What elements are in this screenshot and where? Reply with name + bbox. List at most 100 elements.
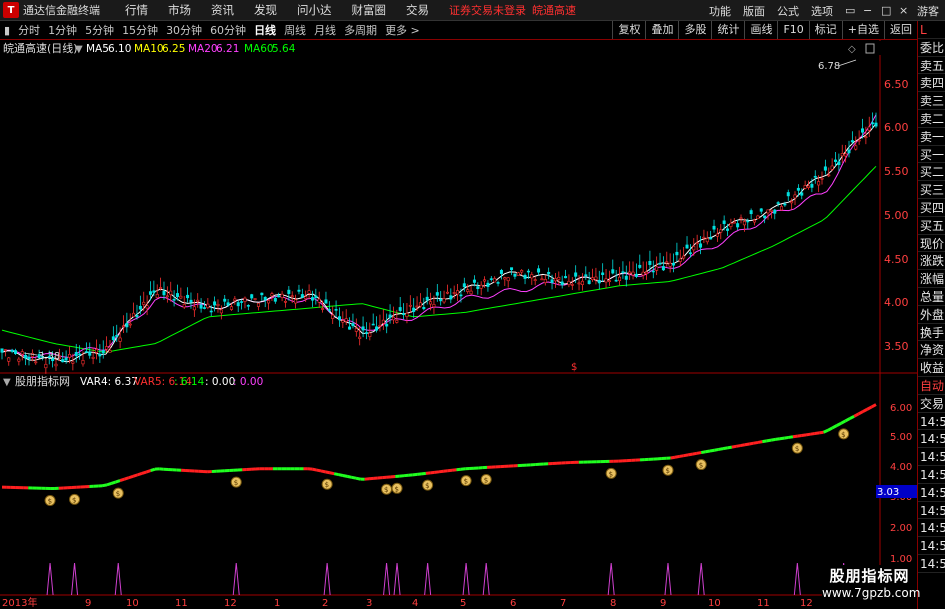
indicator-segment: [687, 452, 693, 457]
candle: [489, 275, 493, 282]
candle: [516, 271, 520, 276]
sub-y-tick: 2.00: [890, 523, 912, 534]
candle: [803, 180, 807, 190]
var-magenta-value: : 0.00: [233, 376, 263, 388]
indicator-segment: [779, 436, 785, 441]
main-y-axis: 6.50 6.00 5.50 5.00 4.50 4.00 3.50: [884, 78, 909, 353]
candle: [763, 215, 767, 224]
indicator-segment: [792, 434, 798, 439]
indicator-segment: [857, 410, 864, 416]
candle: [412, 298, 416, 318]
chart-canvas[interactable]: 皖通高速(日线) ▼ MA5 6.10 MA10 6.25 MA20 6.21 …: [0, 0, 917, 609]
indicator-segment: [835, 421, 842, 427]
indicator-segment: [705, 449, 711, 454]
signal-spike: [607, 562, 615, 596]
candle: [152, 280, 156, 297]
x-tick: 10: [126, 598, 139, 609]
indicator-segment: [456, 467, 462, 472]
indicator-segment: [443, 469, 448, 473]
candle: [533, 276, 537, 286]
indicator-segment: [740, 443, 746, 448]
candle: [294, 294, 298, 309]
indicator-segment: [801, 433, 807, 437]
indicator-segment: [141, 470, 147, 475]
indicator-segment: [696, 451, 702, 455]
candle: [260, 292, 264, 301]
x-tick: 7: [560, 598, 566, 609]
candle: [236, 300, 240, 313]
indicator-segment: [870, 403, 877, 409]
candle: [709, 230, 713, 240]
candle: [604, 269, 608, 289]
candlesticks: [0, 112, 878, 374]
side-item-netasset: 净资: [918, 343, 945, 360]
candle: [837, 153, 841, 172]
candle: [513, 273, 517, 280]
dollar-marker[interactable]: $: [571, 362, 577, 373]
indicator-segment: [145, 469, 152, 474]
candle: [449, 288, 453, 304]
signal-spike: [664, 562, 672, 596]
var-white-value: : 0.00: [205, 376, 235, 388]
candle: [631, 261, 635, 280]
money-bag-icon: $: [838, 428, 850, 440]
quote-side-panel: L 委比 卖五 卖四 卖三 卖二 卖一 买一 买二 买三 买四 买五 现价 涨跌…: [917, 21, 945, 609]
indicator-lines: [1, 403, 877, 491]
candle: [668, 253, 672, 273]
diamond-icon[interactable]: ◇: [848, 44, 856, 55]
candle: [98, 344, 102, 363]
candle: [776, 201, 780, 207]
candle: [324, 291, 328, 304]
indicator-segment: [749, 441, 754, 446]
candle: [547, 267, 551, 280]
candle: [17, 356, 21, 366]
indicator-segment: [438, 469, 444, 474]
x-tick: 6: [510, 598, 516, 609]
svg-text:$: $: [484, 476, 488, 484]
indicator-segment: [866, 405, 873, 411]
side-auto-button[interactable]: 自动: [918, 377, 945, 395]
indicator-segment: [849, 414, 855, 420]
candle: [213, 296, 217, 312]
candle: [94, 339, 98, 360]
indicator-segment: [412, 472, 418, 477]
candle: [371, 313, 375, 326]
signal-spike: [424, 562, 432, 596]
indicator-segment: [425, 471, 431, 475]
candle: [169, 281, 173, 302]
candle: [537, 265, 541, 276]
svg-text:$: $: [395, 485, 399, 493]
money-bag-icon: $: [230, 476, 242, 488]
candle: [702, 229, 706, 243]
ma-dropdown-icon[interactable]: ▼: [75, 44, 83, 55]
indicator-segment: [862, 407, 868, 413]
indicator-segment: [784, 435, 789, 440]
side-item-sell2: 卖二: [918, 111, 945, 128]
side-trade-button[interactable]: 交易: [918, 395, 945, 413]
side-item-buy2: 买二: [918, 165, 945, 182]
candle: [628, 261, 632, 280]
y-tick: 6.00: [884, 121, 909, 134]
candle: [510, 267, 514, 276]
svg-text:$: $: [384, 486, 388, 494]
indicator-segment: [718, 447, 724, 451]
candle: [564, 269, 568, 279]
money-bag-icon: $: [791, 442, 803, 454]
candle: [665, 251, 669, 267]
side-item-buy4: 买四: [918, 200, 945, 217]
candle: [540, 275, 544, 281]
candle: [712, 219, 716, 233]
candle: [398, 297, 402, 313]
money-bag-icon: $: [480, 473, 492, 485]
money-bag-icon: $: [391, 482, 403, 494]
side-header[interactable]: L: [918, 21, 945, 39]
svg-text:$: $: [72, 496, 76, 504]
x-axis: 2013年 9 10 11 12 1 2 3 4 5 6 7 8 9 10 11…: [2, 596, 813, 609]
indicator-segment: [110, 480, 117, 485]
x-tick: 9: [85, 598, 91, 609]
svg-text:$: $: [425, 482, 429, 490]
indicator-dropdown-icon[interactable]: ▼: [3, 377, 11, 388]
candle: [591, 268, 595, 282]
signal-spike: [462, 562, 470, 596]
side-item-sell5: 卖五: [918, 58, 945, 75]
